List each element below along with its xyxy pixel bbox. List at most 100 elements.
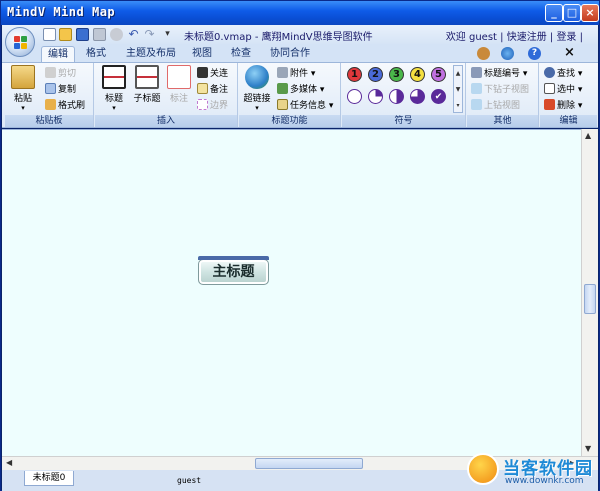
note-button[interactable]: 备注 bbox=[197, 83, 228, 96]
tab-theme-layout[interactable]: 主题及布局 bbox=[121, 46, 181, 62]
relation-icon bbox=[197, 67, 208, 78]
select-button[interactable]: 选中 ▾ bbox=[544, 83, 582, 96]
multimedia-button[interactable]: 多媒体 ▾ bbox=[277, 83, 324, 96]
orb-yellow-icon bbox=[21, 43, 27, 49]
document-title: 未标题0.vmap - 鹰翔MindV思维导图软件 bbox=[184, 28, 373, 43]
print-icon[interactable] bbox=[93, 28, 106, 41]
insert-callout-button[interactable]: 标注 bbox=[165, 65, 193, 104]
close-ribbon-icon[interactable]: × bbox=[563, 46, 576, 60]
paste-button[interactable]: 粘贴 ▾ bbox=[9, 65, 37, 112]
progress-done-icon[interactable]: ✔ bbox=[431, 89, 446, 104]
priority-2-icon[interactable]: 2 bbox=[368, 67, 383, 82]
priority-4-icon[interactable]: 4 bbox=[410, 67, 425, 82]
drill-down-button[interactable]: 下钻子视图 bbox=[471, 83, 529, 96]
task-info-button[interactable]: 任务信息 ▾ bbox=[277, 99, 333, 112]
insert-subtopic-label: 子标题 bbox=[133, 94, 161, 104]
group-edit: 查找 ▾ 选中 ▾ 删除 ▾ 编辑 bbox=[540, 63, 597, 127]
status-user: guest bbox=[177, 476, 202, 485]
scroll-left-icon[interactable]: ◀ bbox=[6, 458, 12, 467]
tab-edit[interactable]: 编辑 bbox=[41, 46, 75, 62]
binoculars-icon bbox=[544, 67, 555, 78]
paste-icon bbox=[11, 65, 35, 89]
orb-red-icon bbox=[14, 36, 20, 42]
relation-button[interactable]: 关连 bbox=[197, 67, 228, 80]
horizontal-scroll-thumb[interactable] bbox=[255, 458, 363, 469]
attachment-button[interactable]: 附件 ▾ bbox=[277, 67, 315, 80]
group-other: 标题编号 ▾ 下钻子视图 上钻视图 其他 bbox=[467, 63, 539, 127]
globe-link-icon bbox=[245, 65, 269, 89]
tab-collaboration[interactable]: 协同合作 bbox=[265, 46, 315, 62]
drill-up-button[interactable]: 上钻视图 bbox=[471, 99, 520, 112]
quick-register-link[interactable]: 快速注册 bbox=[507, 32, 547, 43]
redo-icon[interactable]: ↷ bbox=[143, 28, 156, 41]
customize-dropdown-icon[interactable]: ▾ bbox=[161, 28, 174, 41]
format-painter-button[interactable]: 格式刷 bbox=[45, 99, 85, 112]
progress-0-icon[interactable] bbox=[347, 89, 362, 104]
note-icon bbox=[197, 83, 208, 94]
insert-topic-label: 标题 bbox=[104, 94, 123, 104]
app-window: MindV Mind Map _ □ × ↶ ↷ ▾ 未标题0.vmap - 鹰… bbox=[0, 0, 600, 491]
hyperlink-button[interactable]: 超链接 ▾ bbox=[241, 65, 273, 112]
paperclip-icon bbox=[277, 67, 288, 78]
minimize-button[interactable]: _ bbox=[545, 4, 563, 22]
numbering-icon bbox=[471, 67, 482, 78]
priority-1-icon[interactable]: 1 bbox=[347, 67, 362, 82]
task-icon bbox=[277, 99, 288, 110]
undo-icon[interactable]: ↶ bbox=[127, 28, 140, 41]
tab-view[interactable]: 视图 bbox=[187, 46, 217, 62]
delete-icon bbox=[544, 99, 555, 110]
open-folder-icon[interactable] bbox=[59, 28, 72, 41]
tab-check[interactable]: 检查 bbox=[225, 46, 257, 62]
multimedia-icon bbox=[277, 83, 288, 94]
vertical-scroll-thumb[interactable] bbox=[584, 284, 596, 314]
login-link[interactable]: 登录 bbox=[556, 32, 576, 43]
save-icon[interactable] bbox=[76, 28, 89, 41]
globe-icon[interactable] bbox=[501, 47, 514, 60]
progress-50-icon[interactable] bbox=[389, 89, 404, 104]
orb-blue-icon bbox=[14, 43, 20, 49]
group-label-symbols: 符号 bbox=[342, 115, 465, 127]
group-label-insert: 插入 bbox=[95, 115, 237, 127]
new-file-icon[interactable] bbox=[43, 28, 56, 41]
insert-topic-button[interactable]: 标题 ▾ bbox=[99, 65, 129, 112]
brush-icon bbox=[45, 99, 56, 110]
insert-subtopic-button[interactable]: 子标题 bbox=[131, 65, 163, 104]
map-canvas[interactable] bbox=[2, 129, 581, 456]
user-icon[interactable] bbox=[477, 47, 490, 60]
delete-button[interactable]: 删除 ▾ bbox=[544, 99, 582, 112]
title-bar[interactable]: MindV Mind Map _ □ × bbox=[1, 1, 599, 25]
orb-green-icon bbox=[21, 36, 27, 42]
group-topic-features: 超链接 ▾ 附件 ▾ 多媒体 ▾ 任务信息 ▾ 标题功能 bbox=[239, 63, 341, 127]
sheet-tab[interactable]: 未标题0 bbox=[24, 471, 74, 486]
help-icon[interactable]: ? bbox=[528, 47, 541, 60]
priority-5-icon[interactable]: 5 bbox=[431, 67, 446, 82]
cut-button[interactable]: 剪切 bbox=[45, 67, 76, 80]
tab-format[interactable]: 格式 bbox=[81, 46, 111, 62]
priority-3-icon[interactable]: 3 bbox=[389, 67, 404, 82]
vertical-scrollbar[interactable]: ▲ ▼ bbox=[581, 129, 598, 456]
boundary-icon bbox=[197, 99, 208, 110]
copy-button[interactable]: 复制 bbox=[45, 83, 76, 96]
scissors-icon bbox=[45, 67, 56, 78]
app-name: 鹰翔MindV思维导图软件 bbox=[261, 32, 373, 43]
scroll-up-icon[interactable]: ▲ bbox=[585, 131, 591, 140]
progress-75-icon[interactable] bbox=[410, 89, 425, 104]
app-menu-button[interactable] bbox=[5, 27, 35, 57]
watermark-logo-icon bbox=[467, 453, 499, 485]
numbering-button[interactable]: 标题编号 ▾ bbox=[471, 67, 527, 80]
settings-icon[interactable] bbox=[110, 28, 123, 41]
insert-callout-label: 标注 bbox=[169, 94, 188, 104]
close-window-button[interactable]: × bbox=[581, 4, 599, 22]
main-topic-node[interactable]: 主标题 bbox=[198, 256, 269, 285]
hyperlink-label: 超链接 bbox=[243, 94, 271, 104]
find-button[interactable]: 查找 ▾ bbox=[544, 67, 582, 80]
paste-label: 粘贴 bbox=[13, 94, 32, 104]
boundary-button[interactable]: 边界 bbox=[197, 99, 228, 112]
maximize-button[interactable]: □ bbox=[563, 4, 581, 22]
group-label-edit: 编辑 bbox=[540, 115, 597, 127]
symbols-scroll[interactable]: ▲ ▼ ▾ bbox=[453, 65, 463, 113]
progress-25-icon[interactable] bbox=[368, 89, 383, 104]
drill-up-icon bbox=[471, 99, 482, 110]
group-symbols: 1 2 3 4 5 ✔ ▲ ▼ ▾ 符号 bbox=[342, 63, 466, 127]
copy-icon bbox=[45, 83, 56, 94]
